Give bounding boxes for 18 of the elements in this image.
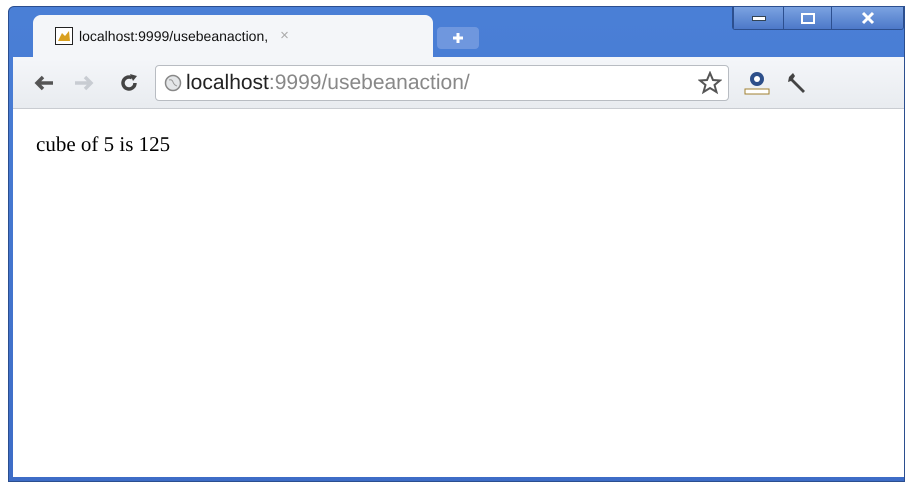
address-bar[interactable]: localhost:9999/usebeanaction/ — [155, 64, 729, 100]
browser-tab[interactable]: localhost:9999/usebeanaction, × — [33, 15, 433, 57]
back-arrow-icon[interactable] — [33, 74, 55, 92]
maximize-button[interactable] — [783, 7, 831, 29]
minimize-button[interactable] — [733, 7, 783, 29]
new-tab-button[interactable] — [437, 27, 479, 49]
star-icon[interactable] — [698, 70, 722, 94]
close-icon — [860, 11, 874, 25]
reload-icon[interactable] — [119, 72, 139, 92]
minimize-icon — [752, 16, 766, 20]
maximize-icon — [800, 12, 814, 24]
globe-icon — [164, 74, 182, 92]
close-button[interactable] — [831, 7, 903, 29]
extension-icon[interactable] — [743, 70, 771, 96]
page-text: cube of 5 is 125 — [36, 131, 172, 158]
plus-icon — [452, 32, 464, 44]
tab-title: localhost:9999/usebeanaction, — [79, 26, 268, 46]
url-text: localhost:9999/usebeanaction/ — [186, 70, 470, 96]
